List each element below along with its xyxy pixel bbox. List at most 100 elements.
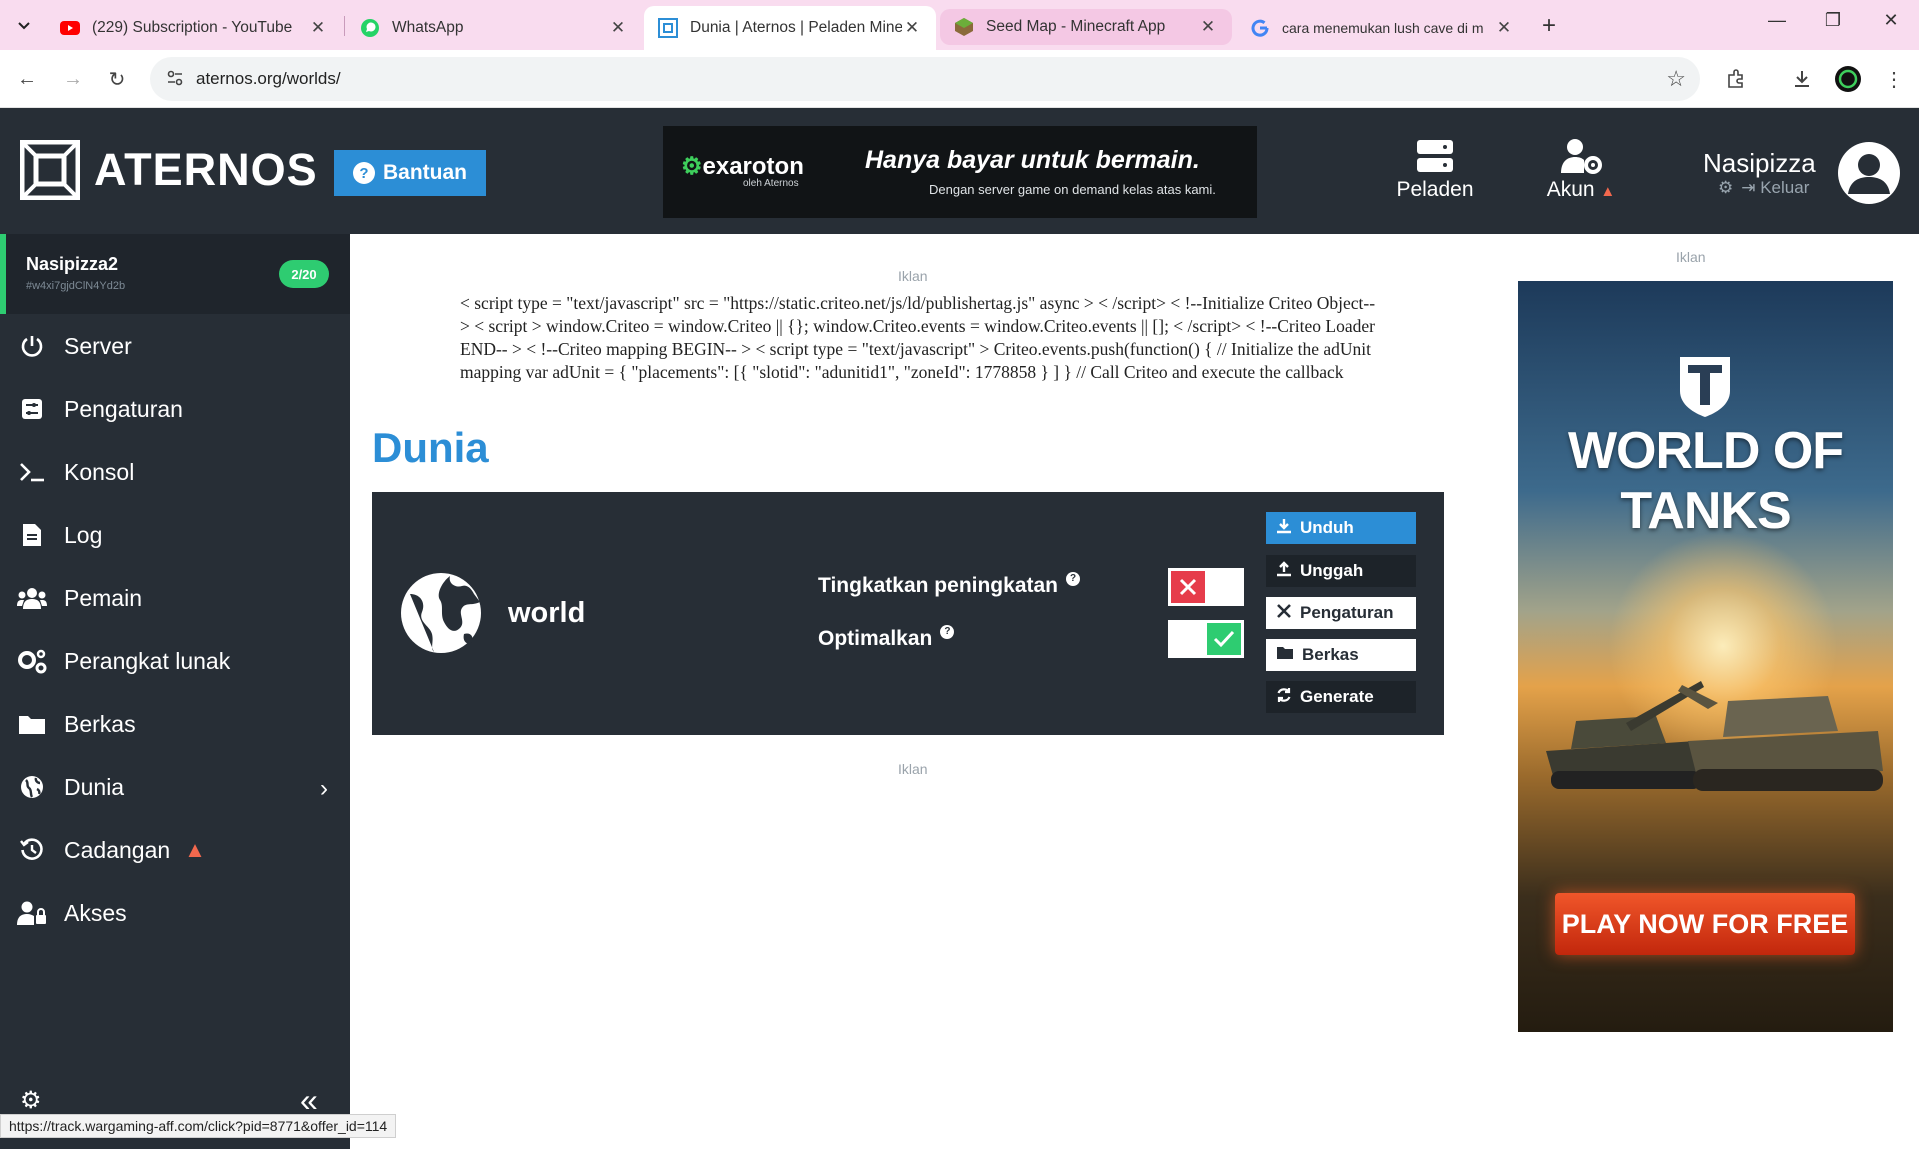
aternos-logo-icon: [20, 140, 80, 200]
gear-icon[interactable]: ⚙: [1718, 178, 1733, 198]
files-button[interactable]: Berkas: [1266, 639, 1416, 671]
users-icon: [0, 587, 64, 609]
sidebar-item-worlds[interactable]: Dunia ›: [0, 759, 350, 815]
sidebar-item-label: Server: [64, 332, 132, 359]
server-id: #w4xi7gjdClN4Yd2b: [26, 280, 126, 292]
wot-title: WORLD OF TANKS: [1567, 422, 1844, 540]
whatsapp-icon: [360, 18, 380, 38]
sidebar-item-log[interactable]: Log: [0, 507, 350, 563]
power-icon: [0, 334, 64, 358]
tab-title: WhatsApp: [392, 19, 464, 36]
sidebar-item-label: Pemain: [64, 584, 142, 611]
ad-label: Iklan: [1676, 249, 1706, 265]
tools-icon: [1276, 603, 1292, 624]
upload-icon: [1276, 560, 1292, 582]
tab-seedmap[interactable]: Seed Map - Minecraft App ✕: [940, 9, 1232, 45]
extensions-icon[interactable]: [1720, 63, 1752, 95]
window-close-icon[interactable]: ✕: [1876, 10, 1906, 31]
world-card: world Tingkatkan peningkatan? Optimalkan…: [372, 492, 1444, 735]
bookmark-star-icon[interactable]: ☆: [1666, 66, 1686, 92]
nav-servers-label: Peladen: [1396, 178, 1474, 201]
reload-icon[interactable]: ↻: [102, 64, 132, 94]
minimize-icon[interactable]: —: [1762, 10, 1792, 31]
help-icon[interactable]: ?: [940, 625, 955, 639]
chevron-right-icon: ›: [320, 775, 328, 802]
tab-whatsapp[interactable]: WhatsApp ✕: [346, 6, 642, 50]
tab-title: (229) Subscription - YouTube: [92, 19, 293, 36]
sliders-icon: [0, 398, 64, 420]
nav-servers[interactable]: Peladen: [1390, 134, 1480, 202]
upload-button[interactable]: Unggah: [1266, 555, 1416, 587]
play-now-button[interactable]: PLAY NOW FOR FREE: [1555, 893, 1855, 955]
globe-icon: [401, 573, 481, 653]
browser-toolbar: ← → ↻ aternos.org/worlds/ ☆ ⋮: [0, 50, 1919, 108]
user-links: ⚙ ⇥ Keluar: [1718, 178, 1809, 198]
sidebar-item-label: Dunia: [64, 773, 125, 800]
wot-emblem-icon: [1680, 357, 1730, 417]
banner-brand: ⚙exaroton: [681, 153, 804, 180]
sidebar-item-access[interactable]: Akses: [0, 885, 350, 941]
sidebar-item-software[interactable]: Perangkat lunak: [0, 633, 350, 689]
tab-search-menu[interactable]: [12, 13, 36, 37]
sidebar-item-label: Pengaturan: [64, 395, 183, 422]
browser-menu-icon[interactable]: ⋮: [1878, 63, 1910, 95]
close-icon[interactable]: ✕: [902, 18, 922, 38]
back-icon[interactable]: ←: [12, 64, 42, 94]
exaroton-banner-ad[interactable]: ⚙exaroton oleh Aternos Hanya bayar untuk…: [663, 126, 1257, 218]
aternos-logo[interactable]: ATERNOS: [20, 140, 318, 200]
restore-icon[interactable]: ❐: [1818, 10, 1848, 31]
folder-icon: [0, 713, 64, 735]
profile-avatar[interactable]: [1832, 63, 1864, 95]
x-mark-icon: [1171, 571, 1205, 603]
folder-icon: [1276, 645, 1294, 665]
ad-script-text: < script type = "text/javascript" src = …: [460, 293, 1376, 388]
tab-google[interactable]: cara menemukan lush cave di m ✕: [1236, 6, 1528, 50]
sidebar-item-label: Akses: [64, 899, 127, 926]
new-tab-button[interactable]: +: [1542, 12, 1556, 40]
world-settings-button[interactable]: Pengaturan: [1266, 597, 1416, 629]
upgrade-option: Tingkatkan peningkatan?: [818, 572, 1080, 598]
globe-icon: [0, 775, 64, 799]
download-button[interactable]: Unduh: [1266, 512, 1416, 544]
help-icon[interactable]: ?: [1066, 572, 1080, 586]
sidebar-item-backups[interactable]: Cadangan ▲: [0, 822, 350, 878]
warning-icon: ▲: [1600, 183, 1616, 200]
sidebar-item-settings[interactable]: Pengaturan: [0, 381, 350, 437]
ad-label: Iklan: [898, 761, 928, 777]
forward-icon[interactable]: →: [58, 64, 88, 94]
download-icon[interactable]: [1786, 63, 1818, 95]
close-icon[interactable]: ✕: [1494, 18, 1514, 38]
tank-right-icon: [1678, 685, 1883, 791]
tab-youtube[interactable]: (229) Subscription - YouTube ✕: [46, 6, 342, 50]
sync-icon: [1276, 687, 1292, 708]
avatar[interactable]: [1838, 142, 1900, 204]
close-icon[interactable]: ✕: [608, 18, 628, 38]
browser-tab-bar: (229) Subscription - YouTube ✕ WhatsApp …: [0, 0, 1919, 50]
sidebar-item-label: Berkas: [64, 710, 136, 737]
upgrade-toggle[interactable]: [1168, 568, 1244, 606]
sidebar-item-server[interactable]: Server: [0, 318, 350, 374]
tab-aternos[interactable]: Dunia | Aternos | Peladen Minec ✕: [644, 6, 936, 50]
logout-link[interactable]: ⇥ Keluar: [1741, 178, 1809, 198]
server-stack-icon: [1390, 134, 1480, 178]
site-info-icon[interactable]: [166, 69, 184, 92]
server-summary[interactable]: Nasipizza2 #w4xi7gjdClN4Yd2b 2/20: [0, 234, 350, 314]
sidebar-item-label: Log: [64, 521, 103, 548]
gear-icon[interactable]: ⚙: [20, 1086, 42, 1115]
sidebar-item-players[interactable]: Pemain: [0, 570, 350, 626]
nav-account-label: Akun: [1546, 178, 1595, 201]
user-name[interactable]: Nasipizza: [1703, 148, 1816, 179]
upload-label: Unggah: [1300, 561, 1364, 580]
sidebar-item-files[interactable]: Berkas: [0, 696, 350, 752]
nav-account[interactable]: Akun ▲: [1536, 134, 1626, 202]
address-bar[interactable]: aternos.org/worlds/ ☆: [150, 57, 1700, 101]
close-icon[interactable]: ✕: [308, 18, 328, 38]
optimize-toggle[interactable]: [1168, 620, 1244, 658]
help-button[interactable]: ? Bantuan: [334, 150, 486, 196]
google-icon: [1250, 18, 1270, 38]
close-icon[interactable]: ✕: [1198, 17, 1218, 37]
sidebar-item-console[interactable]: Konsol: [0, 444, 350, 500]
generate-button[interactable]: Generate: [1266, 681, 1416, 713]
world-of-tanks-ad[interactable]: WORLD OF TANKS PLAY NOW FOR FREE: [1518, 281, 1893, 1032]
files-label: Berkas: [1302, 645, 1359, 664]
